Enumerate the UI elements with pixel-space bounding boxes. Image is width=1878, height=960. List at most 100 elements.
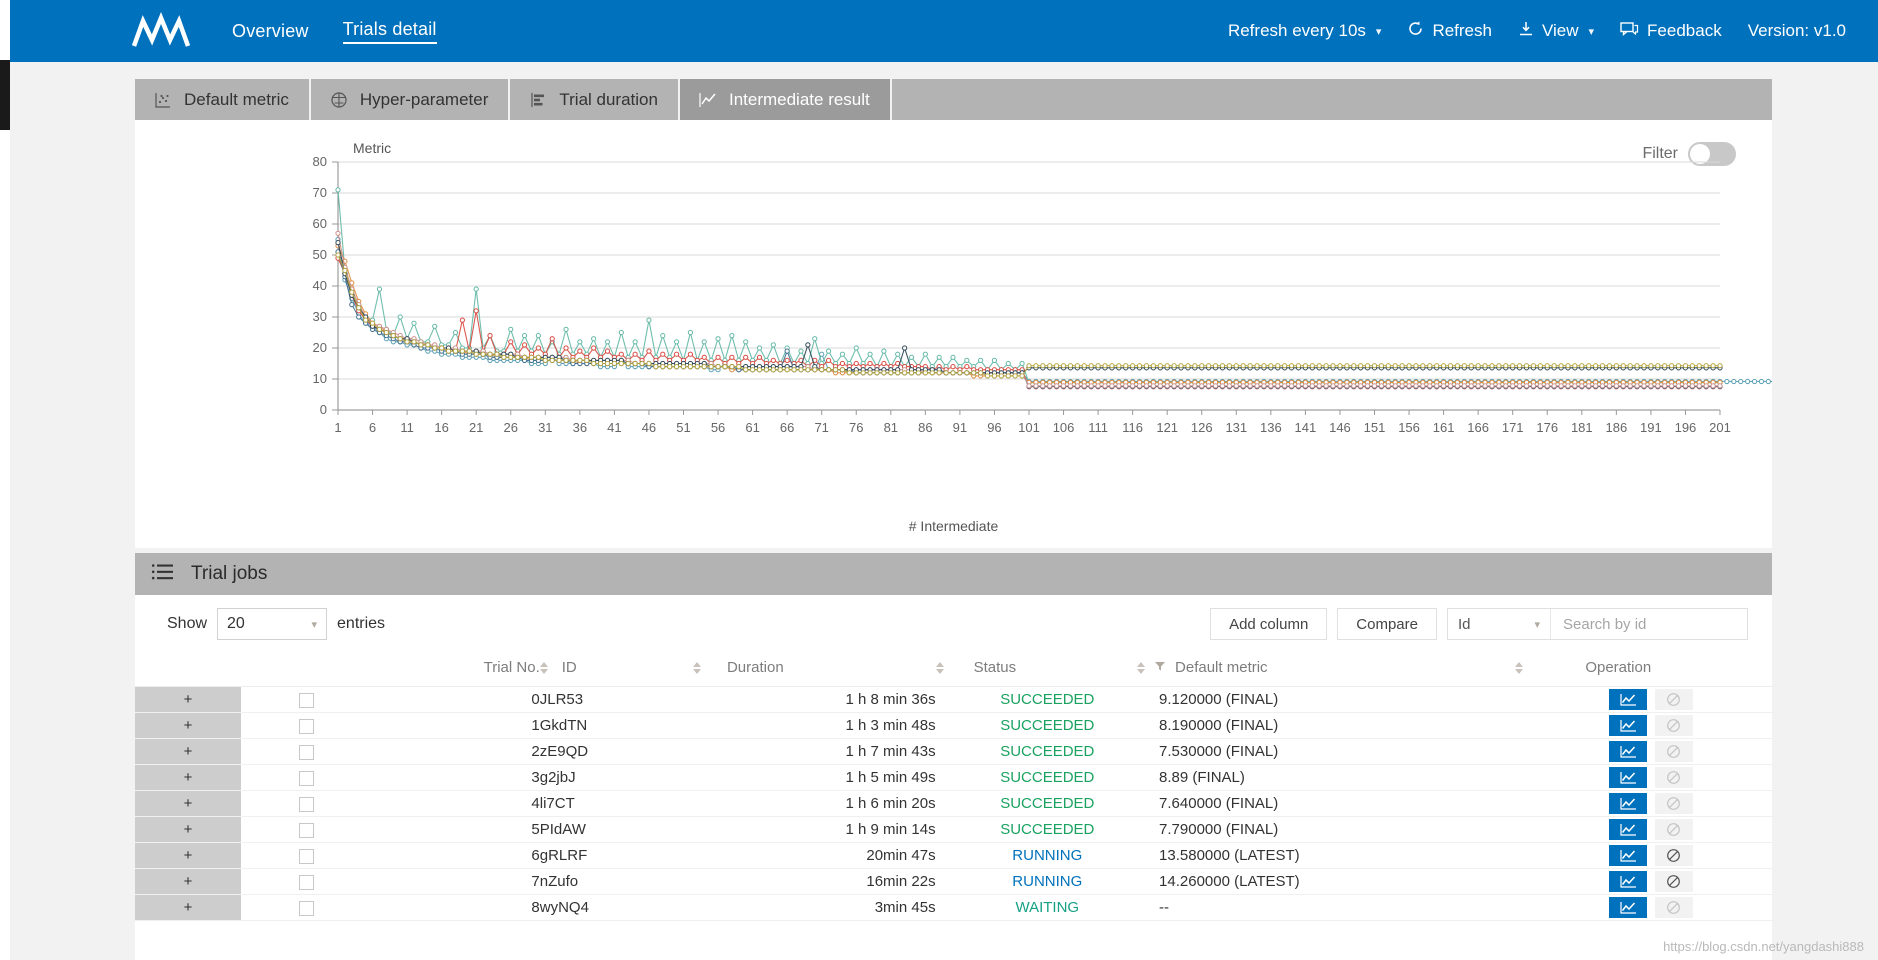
row-checkbox[interactable] [298, 848, 314, 864]
tab-label: Intermediate result [728, 89, 870, 109]
status-badge: SUCCEEDED [1000, 821, 1095, 838]
svg-text:70: 70 [313, 185, 327, 200]
col-status[interactable]: Status [935, 653, 1160, 687]
cell-default-metric: 14.260000 (LATEST) [1159, 868, 1530, 895]
svg-text:50: 50 [313, 247, 327, 262]
cell-status: SUCCEEDED [935, 816, 1160, 843]
expand-row-button[interactable]: + [135, 712, 241, 739]
view-intermediate-button[interactable] [1608, 715, 1647, 736]
view-intermediate-button[interactable] [1608, 689, 1647, 710]
expand-row-button[interactable]: + [135, 738, 241, 765]
expand-row-button[interactable]: + [135, 868, 241, 895]
stop-trial-button[interactable] [1654, 845, 1693, 866]
col-trial-no-label: Trial No. [483, 659, 540, 676]
add-column-button[interactable]: Add column [1210, 608, 1328, 640]
row-checkbox[interactable] [298, 796, 314, 812]
left-strip-accent [0, 60, 10, 130]
view-intermediate-button[interactable] [1608, 793, 1647, 814]
svg-text:171: 171 [1502, 420, 1524, 435]
expand-row-button[interactable]: + [135, 686, 241, 713]
view-intermediate-button[interactable] [1608, 741, 1647, 762]
table-row[interactable]: +5 PIdAW 1 h 9 min 14s SUCCEEDED 7.790000 (F… [135, 816, 1772, 843]
secondary-nav: Refresh every 10s ▾ Refresh View ▾ Feedb… [1228, 20, 1846, 42]
svg-text:21: 21 [469, 420, 483, 435]
col-id[interactable]: ID [539, 653, 693, 687]
tab-intermediate-result[interactable]: Intermediate result [679, 79, 892, 120]
intermediate-result-chart[interactable]: 010203040506070801 6 11 16 21 26 31 36 41 46 51 56 6… [135, 120, 1772, 548]
svg-text:146: 146 [1329, 420, 1351, 435]
table-row[interactable]: +3 g2jbJ 1 h 5 min 49s SUCCEEDED 8.89 (FINAL… [135, 764, 1772, 791]
expand-row-button[interactable]: + [135, 790, 241, 817]
row-checkbox[interactable] [298, 744, 314, 760]
stop-trial-button[interactable] [1654, 871, 1693, 892]
cell-duration: 1 h 7 min 43s [692, 738, 936, 765]
table-row[interactable]: +6 gRLRF 20min 47s RUNNING 13.580000 (LATEST… [135, 842, 1772, 869]
view-intermediate-button[interactable] [1608, 897, 1647, 918]
row-checkbox[interactable] [298, 900, 314, 916]
search-field-select[interactable]: Id ▾ [1448, 609, 1551, 639]
tab-hyper-parameter[interactable]: Hyper-parameter [310, 79, 511, 120]
feedback-button[interactable]: Feedback [1620, 21, 1722, 42]
table-row[interactable]: +0 JLR53 1 h 8 min 36s SUCCEEDED 9.120000 (F… [135, 686, 1772, 713]
expand-row-button[interactable]: + [135, 816, 241, 843]
svg-text:0: 0 [320, 402, 327, 417]
stop-trial-button [1654, 897, 1693, 918]
view-intermediate-button[interactable] [1608, 871, 1647, 892]
tab-default-metric[interactable]: Default metric [135, 79, 311, 120]
view-intermediate-button[interactable] [1608, 845, 1647, 866]
sort-icon[interactable] [1137, 661, 1146, 674]
col-duration[interactable]: Duration [692, 653, 936, 687]
expand-row-button[interactable]: + [135, 764, 241, 791]
trial-jobs-header: Trial jobs [135, 553, 1772, 595]
filter-icon[interactable] [1154, 659, 1166, 676]
tab-trial-duration[interactable]: Trial duration [510, 79, 680, 120]
row-checkbox[interactable] [298, 718, 314, 734]
refresh-interval-dropdown[interactable]: Refresh every 10s ▾ [1228, 21, 1381, 41]
expand-row-button[interactable]: + [135, 894, 241, 921]
table-row[interactable]: +1 GkdTN 1 h 3 min 48s SUCCEEDED 8.190000 (F… [135, 712, 1772, 739]
nni-logo[interactable] [132, 12, 190, 50]
table-row[interactable]: +2 zE9QD 1 h 7 min 43s SUCCEEDED 7.530000 (F… [135, 738, 1772, 765]
cell-duration: 20min 47s [692, 842, 936, 869]
svg-text:6: 6 [369, 420, 376, 435]
svg-text:196: 196 [1675, 420, 1697, 435]
expand-row-button[interactable]: + [135, 842, 241, 869]
col-trial-no[interactable]: Trial No. [371, 653, 540, 687]
row-checkbox[interactable] [298, 692, 314, 708]
cell-id: li7CT [539, 790, 693, 817]
row-checkbox[interactable] [298, 822, 314, 838]
row-checkbox[interactable] [298, 770, 314, 786]
compare-button[interactable]: Compare [1337, 608, 1437, 640]
chevron-down-icon: ▾ [1588, 25, 1595, 38]
nav-item-trials-detail[interactable]: Trials detail [342, 19, 437, 44]
svg-text:30: 30 [313, 309, 327, 324]
col-expand [135, 653, 241, 687]
chevron-down-icon: ▾ [1375, 25, 1382, 38]
view-intermediate-button[interactable] [1608, 767, 1647, 788]
cell-id: PIdAW [539, 816, 693, 843]
sort-icon[interactable] [539, 661, 548, 674]
row-select-cell [240, 868, 372, 895]
table-row[interactable]: +8 wyNQ4 3min 45s WAITING -- [135, 894, 1772, 921]
page-size-value: 20 [227, 615, 245, 632]
svg-text:131: 131 [1225, 420, 1247, 435]
row-checkbox[interactable] [298, 874, 314, 890]
sort-icon[interactable] [1515, 661, 1524, 674]
table-header-row: Trial No. ID Duration Status Default met… [135, 653, 1772, 687]
svg-text:51: 51 [676, 420, 690, 435]
svg-text:161: 161 [1433, 420, 1455, 435]
svg-text:20: 20 [313, 340, 327, 355]
col-default-metric[interactable]: Default metric [1137, 653, 1530, 687]
table-row[interactable]: +7 nZufo 16min 22s RUNNING 14.260000 (LATEST… [135, 868, 1772, 895]
col-id-label: ID [561, 659, 577, 676]
view-dropdown[interactable]: View ▾ [1518, 21, 1594, 42]
page-size-select[interactable]: 20 ▾ [217, 608, 328, 640]
search-input[interactable] [1551, 609, 1747, 639]
table-row[interactable]: +4 li7CT 1 h 6 min 20s SUCCEEDED 7.640000 (F… [135, 790, 1772, 817]
view-intermediate-button[interactable] [1608, 819, 1647, 840]
view-label: View [1541, 21, 1579, 40]
nav-item-overview[interactable]: Overview [232, 21, 309, 42]
sort-icon[interactable] [692, 661, 701, 674]
sort-icon[interactable] [935, 661, 944, 674]
refresh-button[interactable]: Refresh [1407, 20, 1492, 42]
